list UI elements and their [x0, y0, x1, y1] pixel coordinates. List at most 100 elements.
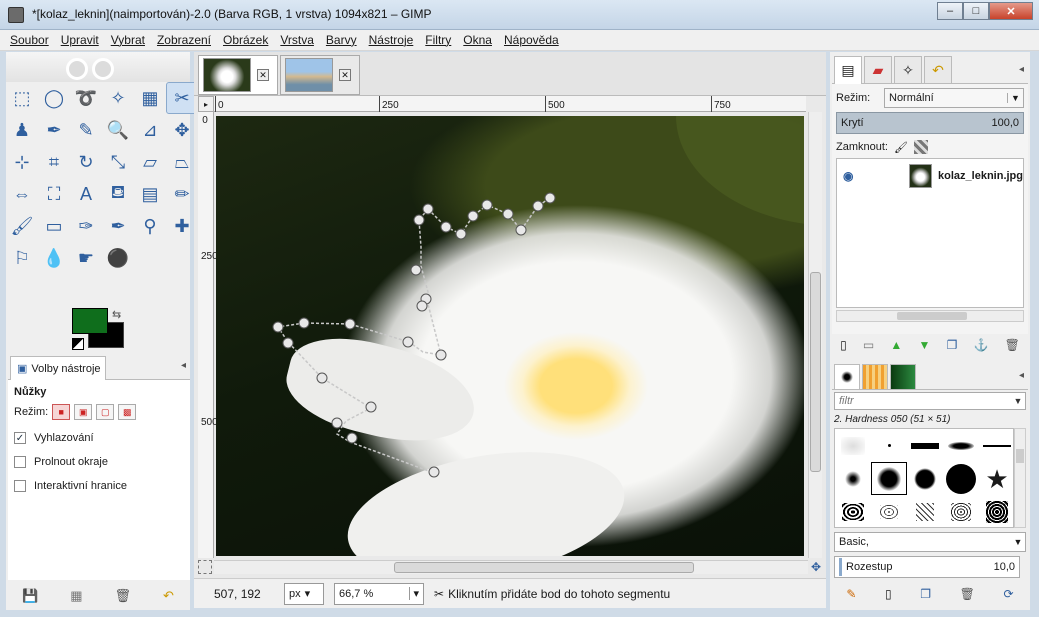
scale-icon[interactable]: ⤡ [102, 146, 134, 178]
brush-item[interactable] [907, 462, 943, 495]
tab-brushes[interactable] [834, 364, 860, 390]
scrollbar-thumb[interactable] [897, 312, 967, 320]
close-tab-icon[interactable]: ✕ [339, 69, 351, 81]
brush-item[interactable] [871, 429, 907, 462]
shear-icon[interactable]: ▱ [134, 146, 166, 178]
brush-item[interactable] [979, 429, 1015, 462]
wilber-drop-area[interactable] [6, 52, 190, 82]
cage-icon[interactable]: ⛶ [38, 178, 70, 210]
scrollbar-thumb[interactable] [1016, 449, 1024, 463]
free-select-icon[interactable]: ➰ [70, 82, 102, 114]
opacity-slider[interactable]: Krytí 100,0 [836, 112, 1024, 134]
antialias-option[interactable]: ✓ Vyhlazování [14, 432, 184, 444]
clone-icon[interactable]: ⚲ [134, 210, 166, 242]
navigate-icon[interactable]: ✥ [808, 560, 824, 576]
brush-item[interactable] [835, 429, 871, 462]
brush-item[interactable] [835, 495, 871, 528]
image-tab-town[interactable]: ✕ [280, 55, 360, 95]
tab-menu-icon[interactable]: ◂ [1019, 370, 1024, 381]
refresh-brushes-icon[interactable]: ⟳ [1004, 587, 1014, 601]
feather-option[interactable]: Prolnout okraje [14, 456, 184, 468]
menu-nastroje[interactable]: Nástroje [369, 33, 414, 47]
paintbrush-icon[interactable]: 🖌 [6, 210, 38, 242]
mode-replace-button[interactable]: ■ [52, 404, 71, 420]
lower-layer-icon[interactable]: ▼ [919, 338, 931, 352]
align-icon[interactable]: ⊹ [6, 146, 38, 178]
horizontal-ruler[interactable]: 0 250 500 750 [214, 96, 806, 112]
brush-grid-scrollbar[interactable] [1014, 428, 1026, 528]
layer-list-scrollbar[interactable] [836, 310, 1024, 322]
brush-item[interactable] [979, 495, 1015, 528]
tab-paths[interactable]: ✧ [894, 56, 922, 84]
anchor-layer-icon[interactable]: ⚓ [974, 338, 989, 352]
ellipse-select-icon[interactable]: ◯ [38, 82, 70, 114]
delete-options-icon[interactable]: 🗑 [115, 588, 132, 604]
image-tab-lily[interactable]: ✕ [198, 55, 278, 95]
brush-item-selected[interactable] [871, 462, 907, 495]
new-layer-group-icon[interactable]: ▭ [863, 338, 874, 352]
vertical-scrollbar[interactable] [808, 112, 822, 558]
layer-mode-select[interactable]: Normální ▼ [884, 88, 1024, 108]
save-options-icon[interactable]: 💾 [22, 588, 38, 604]
menu-soubor[interactable]: Soubor [10, 33, 49, 47]
lock-alpha-icon[interactable] [913, 140, 928, 154]
visibility-eye-icon[interactable]: ◉ [843, 169, 853, 183]
new-brush-icon[interactable]: ▯ [885, 587, 892, 601]
minimize-button[interactable]: – [937, 2, 963, 20]
menu-vrstva[interactable]: Vrstva [280, 33, 314, 47]
delete-layer-icon[interactable]: 🗑 [1005, 338, 1020, 352]
raise-layer-icon[interactable]: ▲ [890, 338, 902, 352]
blur-icon[interactable]: 💧 [38, 242, 70, 274]
swap-colors-icon[interactable]: ⇆ [112, 308, 121, 321]
flip-icon[interactable]: ⇔ [6, 178, 38, 210]
brush-item[interactable]: ★ [979, 462, 1015, 495]
brush-item[interactable] [943, 495, 979, 528]
new-layer-icon[interactable]: ▯ [840, 338, 847, 352]
eraser-icon[interactable]: ▭ [38, 210, 70, 242]
crop-icon[interactable]: ⌗ [38, 146, 70, 178]
tab-tool-options[interactable]: ▣ Volby nástroje [10, 356, 106, 380]
menu-filtry[interactable]: Filtry [425, 33, 451, 47]
zoom-select[interactable]: 66,7 % ▾ [334, 582, 424, 605]
tab-undo[interactable]: ↶ [924, 56, 952, 84]
brush-item[interactable] [871, 495, 907, 528]
menu-barvy[interactable]: Barvy [326, 33, 357, 47]
color-picker-icon[interactable]: ✎ [70, 114, 102, 146]
mode-intersect-button[interactable]: ▩ [118, 404, 137, 420]
scissors-selection-path[interactable] [216, 116, 804, 556]
close-tab-icon[interactable]: ✕ [257, 69, 269, 81]
image-canvas[interactable] [216, 116, 804, 556]
brush-item[interactable] [835, 462, 871, 495]
color-select-icon[interactable]: ▦ [134, 82, 166, 114]
tab-menu-icon[interactable]: ◂ [1019, 64, 1024, 75]
brush-tag-select[interactable]: Basic, ▼ [834, 532, 1026, 552]
vertical-ruler[interactable]: 0 250 500 [198, 112, 218, 558]
interactive-checkbox[interactable] [14, 480, 26, 492]
quick-mask-toggle[interactable] [198, 560, 212, 574]
tab-channels[interactable]: ▰ [864, 56, 892, 84]
menu-napoveda[interactable]: Nápověda [504, 33, 559, 47]
interactive-option[interactable]: Interaktivní hranice [14, 480, 184, 492]
unit-select[interactable]: px ▾ [284, 582, 324, 605]
brush-filter-input[interactable]: filtr ▼ [834, 392, 1026, 410]
dodge-burn-icon[interactable]: ⚫ [102, 242, 134, 274]
duplicate-brush-icon[interactable]: ❐ [920, 587, 931, 601]
perspective-clone-icon[interactable]: ⚐ [6, 242, 38, 274]
default-colors-icon[interactable] [72, 338, 84, 350]
airbrush-icon[interactable]: ✑ [70, 210, 102, 242]
layer-row[interactable]: ◉ kolaz_leknin.jpg [837, 161, 1023, 191]
menu-okna[interactable]: Okna [463, 33, 492, 47]
antialias-checkbox[interactable]: ✓ [14, 432, 26, 444]
feather-checkbox[interactable] [14, 456, 26, 468]
menu-arrow-icon[interactable]: ▸ [198, 96, 214, 112]
blend-icon[interactable]: ▤ [134, 178, 166, 210]
duplicate-layer-icon[interactable]: ❐ [947, 338, 958, 352]
foreground-color[interactable] [72, 308, 108, 334]
paths-icon[interactable]: ✒ [38, 114, 70, 146]
ink-icon[interactable]: ✒ [102, 210, 134, 242]
scrollbar-thumb[interactable] [810, 272, 821, 472]
mode-add-button[interactable]: ▣ [74, 404, 93, 420]
tab-menu-icon[interactable]: ◂ [181, 360, 186, 371]
text-icon[interactable]: A [70, 178, 102, 210]
brush-item[interactable] [943, 462, 979, 495]
